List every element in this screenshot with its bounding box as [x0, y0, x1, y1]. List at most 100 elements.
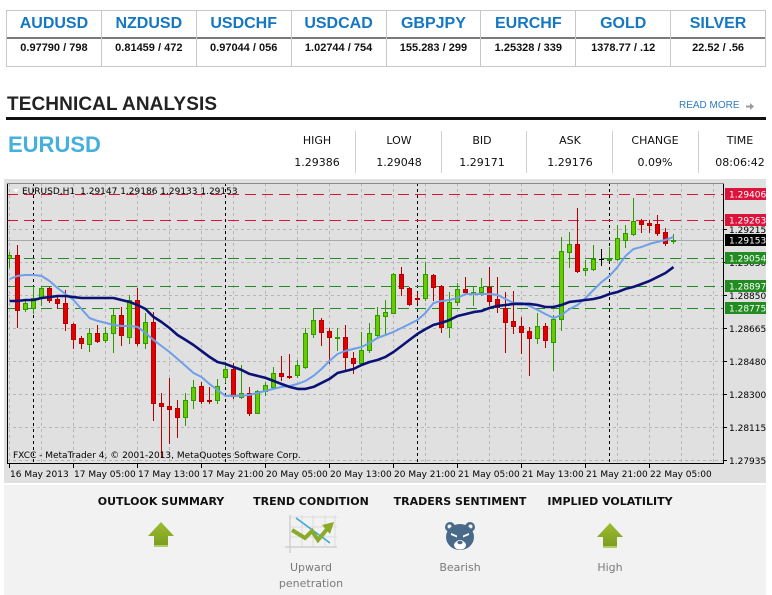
candle-body: [671, 240, 676, 242]
ticker-audusd[interactable]: AUDUSD 0.97790 / 798: [7, 11, 102, 66]
stat-label: TIME: [726, 134, 754, 147]
candle-body: [47, 288, 52, 301]
stat-low: LOW 1.29048: [359, 134, 439, 170]
x-tick-label: 17 May 21:00: [202, 470, 264, 480]
support-price-label: 1.28775: [729, 305, 766, 315]
candle-body: [231, 369, 236, 397]
y-tick-label: 1.27935: [729, 457, 766, 467]
stat-value: 08:06:42: [715, 156, 765, 169]
ticker-usdcad[interactable]: USDCAD 1.02744 / 754: [291, 11, 387, 66]
x-tick-label: 20 May 05:00: [266, 470, 328, 480]
candle-body: [575, 244, 580, 272]
candle-body: [335, 337, 340, 339]
candle-body: [159, 403, 164, 407]
x-tick-label: 20 May 21:00: [394, 470, 456, 480]
ticker-symbol[interactable]: SILVER: [671, 11, 765, 39]
candle-body: [87, 333, 92, 345]
ticker-symbol[interactable]: AUDUSD: [7, 11, 101, 39]
current-price-label: 1.29153: [729, 237, 766, 247]
candle-body: [583, 268, 588, 271]
ticker-quote: 1378.77 / .12: [591, 42, 656, 54]
bullish-candle: [559, 237, 564, 331]
candle-body: [415, 298, 420, 300]
candle-body: [23, 303, 28, 310]
ticker-gold[interactable]: GOLD 1378.77 / .12: [576, 11, 672, 66]
summary-caption: High: [597, 561, 623, 574]
ticker-quote: 0.97044 / 056: [210, 42, 278, 54]
candle-body: [63, 303, 68, 324]
x-tick-label: 20 May 13:00: [330, 470, 392, 480]
stat-time: TIME 08:06:42: [700, 134, 772, 170]
stat-ask: ASK 1.29176: [530, 134, 610, 170]
candle-body: [343, 337, 348, 358]
stat-value: 1.29171: [459, 156, 505, 169]
y-tick-label: 1.28300: [729, 391, 766, 401]
section-title: TECHNICAL ANALYSIS: [7, 94, 218, 115]
chart-copyright: FXCC - MetaTrader 4, © 2001-2013, MetaQu…: [13, 451, 301, 461]
stat-change: CHANGE 0.09%: [615, 134, 695, 170]
x-tick-label: 21 May 05:00: [458, 470, 520, 480]
candle-body: [207, 400, 212, 402]
up-arrow-icon: [148, 522, 174, 547]
summary-caption: Upward penetration: [278, 561, 344, 590]
stat-label: LOW: [386, 134, 412, 147]
summary-caption: Bearish: [439, 561, 481, 574]
ticker-quote: 1.25328 / 339: [494, 42, 562, 54]
ticker-quote: 22.52 / .56: [692, 42, 745, 54]
candle-body: [71, 324, 76, 340]
stat-value: 1.29048: [376, 156, 422, 169]
x-tick-label: 17 May 13:00: [138, 470, 200, 480]
ticker-symbol[interactable]: GBPJPY: [386, 11, 481, 39]
stat-label: BID: [472, 134, 492, 147]
ticker-symbol[interactable]: EURCHF: [481, 11, 576, 39]
bearish-candle: [47, 287, 52, 303]
ticker-nzdusd[interactable]: NZDUSD 0.81459 / 472: [101, 11, 197, 66]
chart-ohlc-readout: 1.29147 1.29186 1.29133 1.29153: [80, 187, 237, 197]
candle-body: [55, 299, 60, 304]
summary-title: TRADERS SENTIMENT: [393, 495, 527, 508]
candle-body: [223, 369, 228, 378]
stat-value: 1.29386: [294, 156, 340, 169]
resistance-price-label: 1.29406: [729, 191, 766, 201]
candle-body: [151, 322, 156, 404]
candle-body: [183, 400, 188, 418]
arrow-right-icon: [745, 102, 754, 110]
ticker-symbol[interactable]: USDCHF: [196, 11, 291, 39]
candle-body: [175, 408, 180, 418]
candle-body: [311, 320, 316, 335]
candle-body: [255, 391, 260, 414]
stat-bid: BID 1.29171: [442, 134, 522, 170]
support-price-label: 1.29054: [729, 255, 766, 265]
candlestick-chart: 1.292151.290301.288501.286651.284801.283…: [7, 183, 766, 480]
ticker-symbol[interactable]: GOLD: [576, 11, 671, 39]
x-tick-label: 21 May 21:00: [586, 470, 648, 480]
stat-value: 0.09%: [637, 156, 673, 169]
candle-body: [639, 221, 644, 225]
bearish-candle: [439, 285, 444, 333]
chart-title: EURUSD,H1 1.29147 1.29186 1.29133 1.29153: [22, 187, 238, 197]
trend-chart-icon: [285, 515, 337, 553]
stat-value: 1.29176: [547, 156, 593, 169]
ticker-usdchf[interactable]: USDCHF 0.97044 / 056: [196, 11, 292, 66]
summary-outlook: OUTLOOK SUMMARY: [86, 485, 236, 595]
ticker-symbol[interactable]: NZDUSD: [101, 11, 196, 39]
candle-body: [511, 321, 516, 327]
stat-label: ASK: [559, 134, 581, 147]
candle-body: [383, 312, 388, 317]
candle-body: [247, 393, 252, 414]
ticker-silver[interactable]: SILVER 22.52 / .56: [671, 11, 765, 66]
ticker-eurchf[interactable]: EURCHF 1.25328 / 339: [481, 11, 577, 66]
read-more-link[interactable]: READ MORE: [679, 100, 754, 112]
ticker-symbol[interactable]: USDCAD: [291, 11, 386, 39]
ticker-quote: 0.97790 / 798: [20, 42, 88, 54]
candle-body: [399, 274, 404, 289]
ticker-gbpjpy[interactable]: GBPJPY 155.283 / 299: [386, 11, 482, 66]
ticker-quote: 0.81459 / 472: [115, 42, 183, 54]
summary-trend: TREND CONDITION Upward penetration: [236, 485, 386, 595]
candle-body: [7, 255, 12, 259]
candle-body: [423, 274, 428, 299]
ticker-quote: 155.283 / 299: [399, 42, 468, 54]
candle-body: [167, 406, 172, 410]
summary-volatility: IMPLIED VOLATILITY High: [535, 485, 685, 595]
candle-body: [535, 326, 540, 339]
